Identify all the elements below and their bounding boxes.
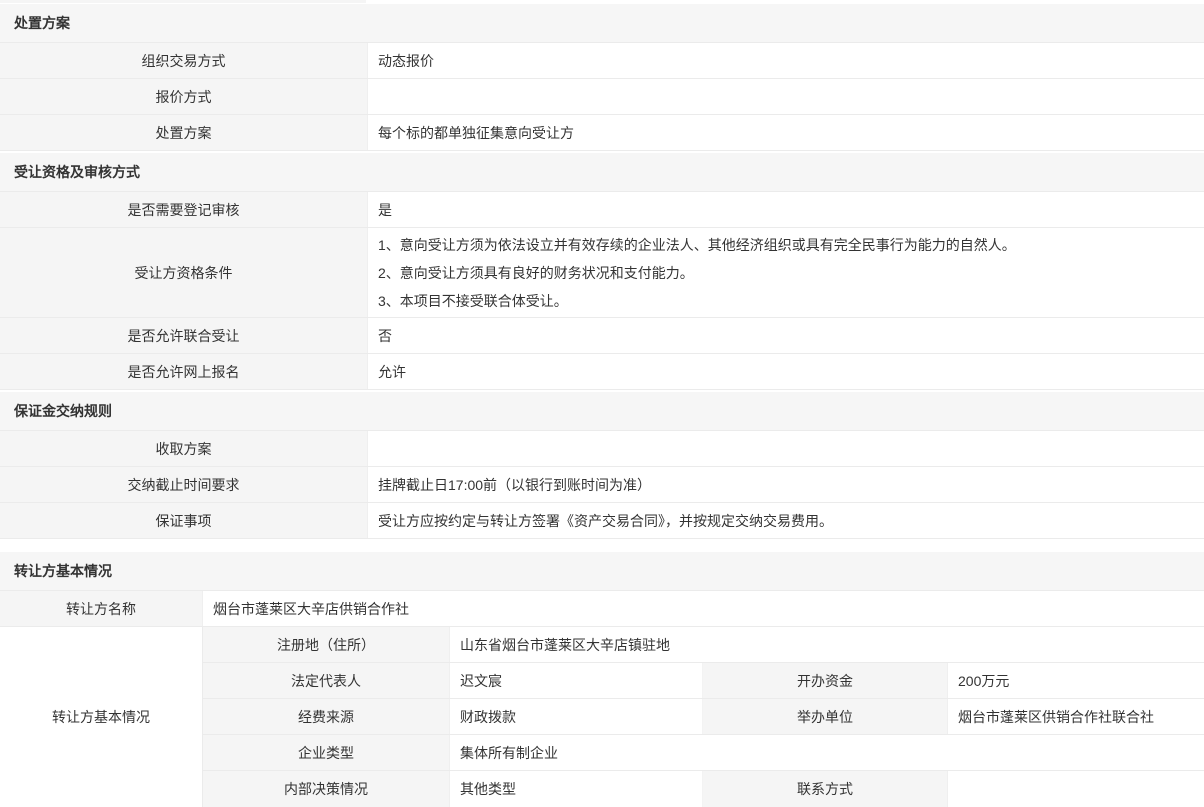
section-transferee-qualification: 受让资格及审核方式 是否需要登记审核 是 受让方资格条件 1、意向受让方须为依法… [0,153,1204,390]
transferor-detail-group: 转让方基本情况 注册地（住所） 山东省烟台市蓬莱区大辛店镇驻地 法定代表人 迟文… [0,627,1204,807]
field-label: 法定代表人 [203,663,450,698]
field-label: 企业类型 [203,735,450,770]
table-row: 企业类型 集体所有制企业 [203,735,1204,771]
field-value: 财政拨款 [450,699,703,734]
field-label: 是否允许联合受让 [0,318,368,353]
field-label: 受让方资格条件 [0,228,368,317]
table-row: 保证事项 受让方应按约定与转让方签署《资产交易合同》，并按规定交纳交易费用。 [0,503,1204,539]
section-title-transferor-info: 转让方基本情况 [0,552,1204,591]
table-row: 是否允许联合受让 否 [0,318,1204,354]
table-row: 受让方资格条件 1、意向受让方须为依法设立并有效存续的企业法人、其他经济组织或具… [0,228,1204,318]
asset-listing-detail-page: 处置方案 组织交易方式 动态报价 报价方式 处置方案 每个标的都单独征集意向受让… [0,0,1204,807]
group-label: 转让方基本情况 [0,627,203,807]
condition-line: 1、意向受让方须为依法设立并有效存续的企业法人、其他经济组织或具有完全民事行为能… [378,231,1194,259]
section-transferor-info: 转让方基本情况 转让方名称 烟台市蓬莱区大辛店供销合作社 转让方基本情况 注册地… [0,552,1204,807]
field-value: 1、意向受让方须为依法设立并有效存续的企业法人、其他经济组织或具有完全民事行为能… [368,228,1204,317]
field-value: 烟台市蓬莱区供销合作社联合社 [948,699,1204,734]
field-value: 200万元 [948,663,1204,698]
section-deposit-rules: 保证金交纳规则 收取方案 交纳截止时间要求 挂牌截止日17:00前（以银行到账时… [0,392,1204,539]
field-value: 动态报价 [368,43,1204,78]
field-label: 处置方案 [0,115,368,150]
field-label: 收取方案 [0,431,368,466]
field-value: 允许 [368,354,1204,389]
previous-row-label-cell [0,0,368,3]
field-value: 挂牌截止日17:00前（以银行到账时间为准） [368,467,1204,502]
table-row: 处置方案 每个标的都单独征集意向受让方 [0,115,1204,151]
condition-line: 2、意向受让方须具有良好的财务状况和支付能力。 [378,259,1194,287]
table-row: 注册地（住所） 山东省烟台市蓬莱区大辛店镇驻地 [203,627,1204,663]
field-label: 是否允许网上报名 [0,354,368,389]
section-title-deposit-rules: 保证金交纳规则 [0,392,1204,431]
table-row: 报价方式 [0,79,1204,115]
table-row: 经费来源 财政拨款 举办单位 烟台市蓬莱区供销合作社联合社 [203,699,1204,735]
section-disposal-plan: 处置方案 组织交易方式 动态报价 报价方式 处置方案 每个标的都单独征集意向受让… [0,4,1204,151]
field-value: 山东省烟台市蓬莱区大辛店镇驻地 [450,627,1204,662]
field-label: 保证事项 [0,503,368,538]
field-label: 是否需要登记审核 [0,192,368,227]
field-value [368,431,1204,466]
field-label: 经费来源 [203,699,450,734]
table-row: 转让方名称 烟台市蓬莱区大辛店供销合作社 [0,591,1204,627]
field-label: 举办单位 [703,699,948,734]
field-value [368,79,1204,114]
field-value: 否 [368,318,1204,353]
table-row: 收取方案 [0,431,1204,467]
group-body: 注册地（住所） 山东省烟台市蓬莱区大辛店镇驻地 法定代表人 迟文宸 开办资金 2… [203,627,1204,807]
field-value: 烟台市蓬莱区大辛店供销合作社 [203,591,1204,626]
field-label: 内部决策情况 [203,771,450,807]
field-value: 迟文宸 [450,663,703,698]
field-value: 其他类型 [450,771,703,807]
table-row: 交纳截止时间要求 挂牌截止日17:00前（以银行到账时间为准） [0,467,1204,503]
table-row: 是否需要登记审核 是 [0,192,1204,228]
field-value [948,771,1204,807]
table-row: 组织交易方式 动态报价 [0,43,1204,79]
field-value: 集体所有制企业 [450,735,1204,770]
field-value: 是 [368,192,1204,227]
section-title-disposal-plan: 处置方案 [0,4,1204,43]
table-row: 法定代表人 迟文宸 开办资金 200万元 [203,663,1204,699]
section-title-transferee-qualification: 受让资格及审核方式 [0,153,1204,192]
field-value: 每个标的都单独征集意向受让方 [368,115,1204,150]
field-label: 交纳截止时间要求 [0,467,368,502]
field-value: 受让方应按约定与转让方签署《资产交易合同》，并按规定交纳交易费用。 [368,503,1204,538]
condition-line: 3、本项目不接受联合体受让。 [378,287,1194,315]
field-label: 组织交易方式 [0,43,368,78]
field-label: 转让方名称 [0,591,203,626]
table-row: 内部决策情况 其他类型 联系方式 [203,771,1204,807]
previous-row-value-cell [368,0,1204,3]
field-label: 联系方式 [703,771,948,807]
table-row: 是否允许网上报名 允许 [0,354,1204,390]
field-label: 注册地（住所） [203,627,450,662]
field-label: 开办资金 [703,663,948,698]
field-label: 报价方式 [0,79,368,114]
